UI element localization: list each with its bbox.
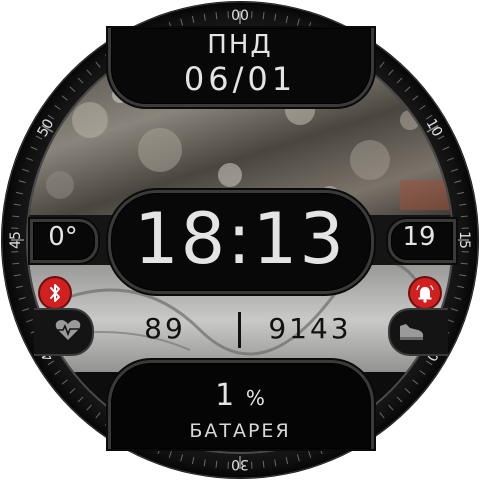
day-number[interactable]: 19	[390, 222, 448, 252]
bluetooth-icon[interactable]	[40, 278, 70, 308]
day-of-week: ПНД	[207, 30, 273, 60]
heart-rate-value[interactable]: 89	[120, 312, 210, 345]
metric-divider	[238, 312, 241, 348]
battery-label: БАТАРЕЯ	[189, 420, 291, 442]
bezel-number: 00	[231, 8, 249, 24]
steps-shoe-icon	[396, 318, 426, 342]
heart-rate-icon	[54, 318, 82, 342]
bezel-number: 45	[8, 231, 24, 249]
temperature-value[interactable]: 0°	[34, 222, 92, 252]
battery-unit: %	[245, 386, 265, 410]
bezel-number: 30	[231, 456, 249, 472]
battery-value: 1	[215, 378, 235, 413]
battery-readout[interactable]: 1 %	[170, 378, 310, 413]
date-display[interactable]: 06/01	[150, 60, 330, 98]
steps-value[interactable]: 9143	[250, 312, 370, 345]
time-display[interactable]: 18:13	[118, 196, 362, 282]
alarm-bell-icon[interactable]	[410, 278, 440, 308]
bezel-number: 15	[456, 231, 472, 249]
